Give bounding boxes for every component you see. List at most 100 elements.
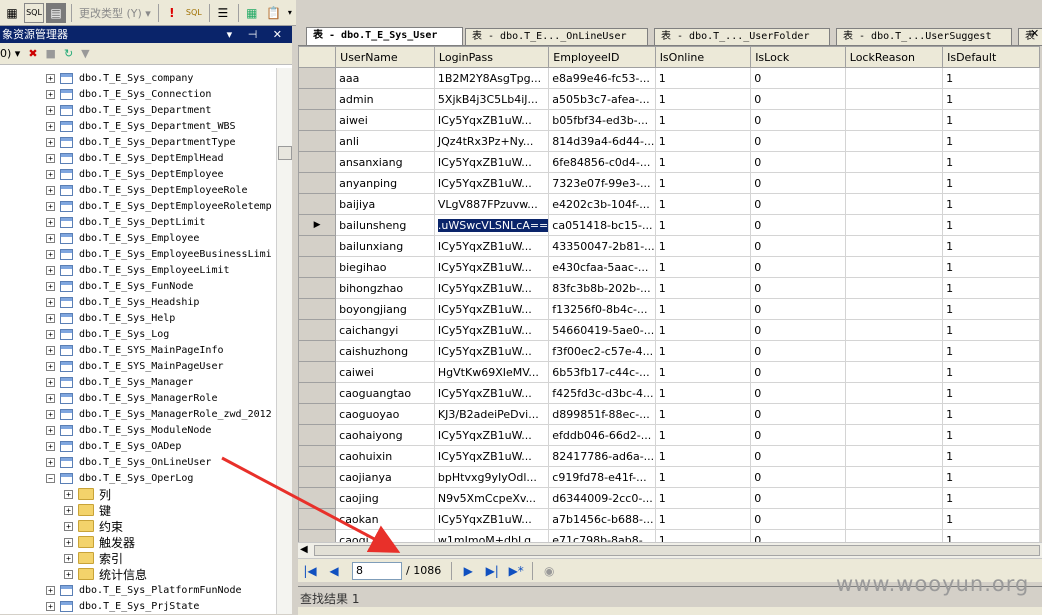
- expand-icon[interactable]: +: [46, 201, 55, 211]
- table-cell[interactable]: 1: [654, 298, 752, 320]
- table-cell[interactable]: 1: [654, 130, 752, 152]
- table-cell[interactable]: 1: [654, 172, 752, 194]
- table-cell[interactable]: f13256f0-8b4c-...: [548, 298, 656, 320]
- table-cell[interactable]: 54660419-5ae0-...: [548, 319, 656, 341]
- table-cell[interactable]: 1: [654, 235, 752, 257]
- table-cell[interactable]: bailunsheng: [335, 214, 435, 236]
- table-cell[interactable]: 1: [942, 298, 1040, 320]
- table-cell[interactable]: .uWSwcVLSNLcA==: [433, 214, 550, 236]
- table-cell[interactable]: 1: [942, 130, 1040, 152]
- expand-icon[interactable]: +: [46, 153, 55, 163]
- table-row[interactable]: boyongjiang ICy5YqxZB1uW... f13256f0-8b4c-…: [298, 298, 1040, 320]
- table-cell[interactable]: [844, 151, 944, 173]
- table-cell[interactable]: [844, 340, 944, 362]
- expand-icon[interactable]: +: [46, 217, 55, 227]
- table-cell[interactable]: anli: [335, 130, 435, 152]
- table-cell[interactable]: f3f00ec2-c57e-4...: [548, 340, 656, 362]
- table-row[interactable]: caoqi... w1mImoM+dbLq... e71c798b-8ab8-...…: [298, 529, 1040, 542]
- table-cell[interactable]: 0: [750, 298, 846, 320]
- row-selector[interactable]: [298, 172, 337, 194]
- expand-icon[interactable]: +: [46, 345, 55, 355]
- properties-icon[interactable]: ☰: [213, 3, 233, 23]
- table-cell[interactable]: 0: [750, 214, 846, 236]
- table-cell[interactable]: [844, 235, 944, 257]
- table-cell[interactable]: [844, 529, 944, 542]
- table-cell[interactable]: 1: [942, 361, 1040, 383]
- row-selector[interactable]: [298, 529, 337, 542]
- table-cell[interactable]: [844, 67, 944, 89]
- table-cell[interactable]: bihongzhao: [335, 277, 435, 299]
- table-cell[interactable]: ICy5YqxZB1uW...: [433, 256, 550, 278]
- disconnect-icon[interactable]: ✖: [28, 47, 37, 60]
- expand-icon[interactable]: +: [46, 329, 55, 339]
- row-selector[interactable]: [298, 403, 337, 425]
- table-cell[interactable]: 1: [942, 319, 1040, 341]
- tab-userfolder[interactable]: 表 - dbo.T_..._UserFolder: [654, 28, 830, 45]
- table-cell[interactable]: caohaiyong: [335, 424, 435, 446]
- expand-icon[interactable]: +: [46, 89, 55, 99]
- grid-horizontal-scrollbar[interactable]: ◀: [298, 542, 1042, 558]
- table-cell[interactable]: biegihao: [335, 256, 435, 278]
- table-cell[interactable]: 1: [942, 277, 1040, 299]
- last-record-icon[interactable]: ▶|: [483, 562, 501, 580]
- tree-table-item[interactable]: + dbo.T_E_Sys_Headship: [0, 294, 276, 310]
- table-cell[interactable]: ICy5YqxZB1uW...: [433, 508, 550, 530]
- table-cell[interactable]: aaa: [335, 67, 435, 89]
- row-selector[interactable]: [298, 382, 337, 404]
- tree-table-item[interactable]: + dbo.T_E_SYS_MainPageInfo: [0, 342, 276, 358]
- table-cell[interactable]: 1: [942, 67, 1040, 89]
- table-cell[interactable]: 0: [750, 67, 846, 89]
- table-cell[interactable]: e4202c3b-104f-...: [548, 193, 656, 215]
- table-cell[interactable]: [844, 88, 944, 110]
- table-cell[interactable]: 1: [654, 67, 752, 89]
- table-cell[interactable]: a505b3c7-afea-...: [548, 88, 656, 110]
- column-header-lockreason[interactable]: LockReason: [844, 46, 944, 68]
- table-row[interactable]: biegihao ICy5YqxZB1uW... e430cfaa-5aac-...…: [298, 256, 1040, 278]
- expand-icon[interactable]: +: [46, 393, 55, 403]
- table-cell[interactable]: ICy5YqxZB1uW...: [433, 445, 550, 467]
- table-cell[interactable]: d899851f-88ec-...: [548, 403, 656, 425]
- table-cell[interactable]: KJ3/B2adeiPeDvi...: [433, 403, 550, 425]
- table-cell[interactable]: 1: [942, 403, 1040, 425]
- execute-icon[interactable]: !: [162, 3, 182, 23]
- tree-table-item[interactable]: + dbo.T_E_Sys_DeptEmployeeRoletemp: [0, 198, 276, 214]
- explorer-window-controls[interactable]: ▾ ⊣ ✕: [227, 26, 288, 43]
- tree-table-item[interactable]: + dbo.T_E_Sys_Employee: [0, 230, 276, 246]
- table-row[interactable]: caojing N9v5XmCcpeXv... d6344009-2cc0-... 1…: [298, 487, 1040, 509]
- table-cell[interactable]: 1: [942, 256, 1040, 278]
- expand-icon[interactable]: +: [46, 585, 55, 595]
- table-cell[interactable]: 1: [654, 466, 752, 488]
- table-cell[interactable]: caoguoyao: [335, 403, 435, 425]
- expand-icon[interactable]: +: [64, 553, 73, 563]
- filter-icon[interactable]: ▼: [81, 47, 89, 60]
- new-record-icon[interactable]: ▶*: [507, 562, 525, 580]
- table-cell[interactable]: 0: [750, 88, 846, 110]
- row-selector[interactable]: [298, 487, 337, 509]
- table-cell[interactable]: 1: [654, 109, 752, 131]
- table-cell[interactable]: 0: [750, 235, 846, 257]
- table-cell[interactable]: [844, 193, 944, 215]
- table-cell[interactable]: bpHtvxg9yIyOdl...: [433, 466, 550, 488]
- current-record-input[interactable]: [352, 561, 402, 580]
- table-cell[interactable]: 1: [654, 319, 752, 341]
- table-cell[interactable]: 0: [750, 172, 846, 194]
- table-cell[interactable]: d6344009-2cc0-...: [548, 487, 656, 509]
- tree-table-item[interactable]: + dbo.T_E_Sys_ManagerRole_zwd_2012: [0, 406, 276, 422]
- table-cell[interactable]: 1: [654, 88, 752, 110]
- tree-table-item[interactable]: + dbo.T_E_Sys_OnLineUser: [0, 454, 276, 470]
- table-cell[interactable]: 1: [654, 361, 752, 383]
- table-cell[interactable]: 814d39a4-6d44-...: [548, 130, 656, 152]
- tree-folder-item[interactable]: + 索引: [0, 550, 276, 566]
- table-cell[interactable]: 1: [654, 340, 752, 362]
- table-cell[interactable]: caiwei: [335, 361, 435, 383]
- row-selector[interactable]: [298, 256, 337, 278]
- table-cell[interactable]: 1: [654, 193, 752, 215]
- table-cell[interactable]: 0: [750, 256, 846, 278]
- table-cell[interactable]: 83fc3b8b-202b-...: [548, 277, 656, 299]
- tree-folder-item[interactable]: + 统计信息: [0, 566, 276, 582]
- table-cell[interactable]: 1: [942, 508, 1040, 530]
- table-cell[interactable]: caojianya: [335, 466, 435, 488]
- table-cell[interactable]: ICy5YqxZB1uW...: [433, 319, 550, 341]
- table-cell[interactable]: ICy5YqxZB1uW...: [433, 235, 550, 257]
- table-cell[interactable]: f425fd3c-d3bc-4...: [548, 382, 656, 404]
